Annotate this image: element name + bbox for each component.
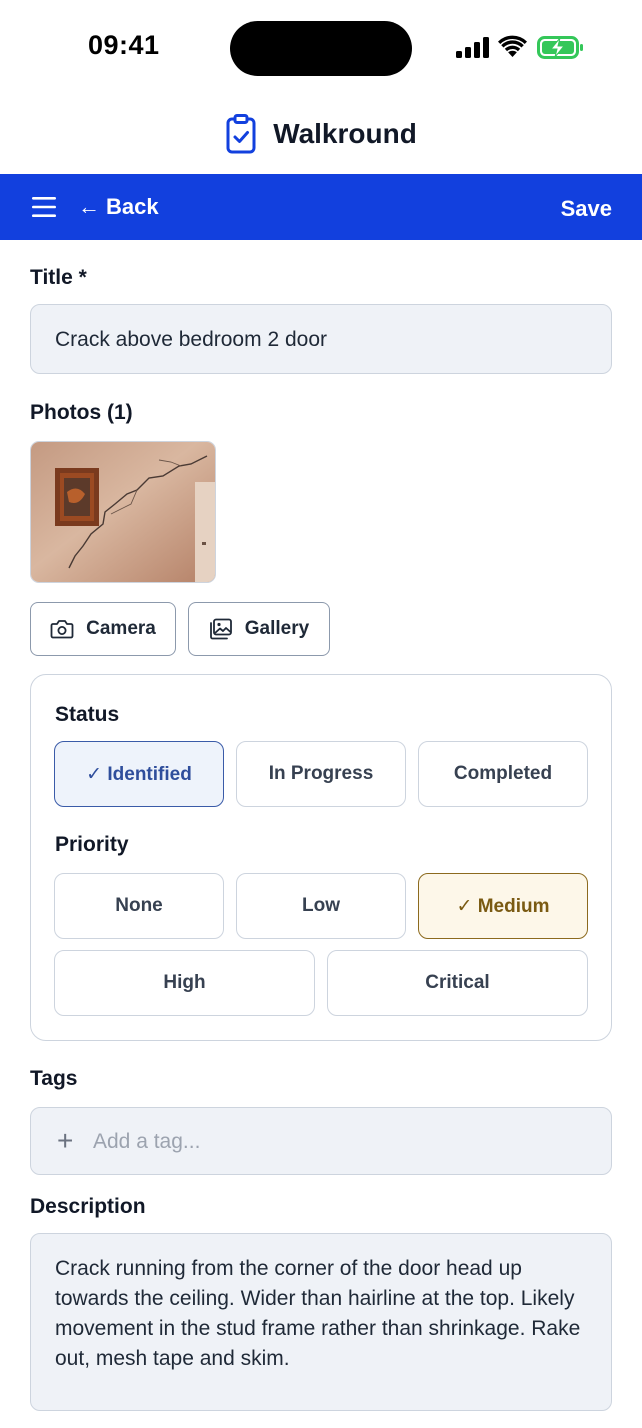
gallery-label: Gallery <box>244 618 310 639</box>
wifi-icon <box>498 35 527 57</box>
priority-option-high[interactable]: High <box>54 950 315 1016</box>
save-label: Save <box>560 196 612 221</box>
gallery-icon <box>209 618 232 640</box>
camera-label: Camera <box>86 618 156 639</box>
status-priority-panel: Status ✓ Identified In Progress Complete… <box>30 674 612 1041</box>
priority-label: Priority <box>55 833 129 856</box>
status-option-in-progress[interactable]: In Progress <box>236 741 406 807</box>
camera-button[interactable]: Camera <box>30 602 176 656</box>
priority-option-critical[interactable]: Critical <box>327 950 588 1016</box>
wall-crack-photo <box>31 442 215 582</box>
priority-option-none[interactable]: None <box>54 873 224 939</box>
priority-option-low[interactable]: Low <box>236 873 406 939</box>
save-overlay-shape <box>516 174 616 198</box>
description-label: Description <box>30 1195 146 1218</box>
priority-option-medium[interactable]: ✓ Medium <box>418 873 588 939</box>
app-header: Walkround <box>0 108 642 160</box>
status-time: 09:41 <box>88 30 160 60</box>
status-label: Status <box>55 703 120 726</box>
title-label: Title * <box>30 266 87 289</box>
title-input-value: Crack above bedroom 2 door <box>55 328 327 351</box>
back-label: Back <box>106 194 159 219</box>
status-option-completed[interactable]: Completed <box>418 741 588 807</box>
tags-input[interactable]: + Add a tag... <box>30 1107 612 1175</box>
tags-label: Tags <box>30 1067 78 1090</box>
status-bar: 09:41 <box>0 0 642 96</box>
battery-charging-icon <box>537 36 583 59</box>
gallery-button[interactable]: Gallery <box>188 602 330 656</box>
plus-icon: + <box>57 1125 74 1156</box>
app-title: Walkround <box>273 118 417 149</box>
back-button[interactable]: ← Back <box>78 188 159 226</box>
hamburger-menu-icon[interactable] <box>30 194 58 220</box>
tags-placeholder: Add a tag... <box>93 1130 201 1153</box>
navigation-bar: ← Back Save <box>0 174 642 240</box>
photo-thumbnail[interactable] <box>30 441 216 583</box>
description-textarea[interactable]: Crack running from the corner of the doo… <box>30 1233 612 1411</box>
back-arrow-icon: ← <box>78 194 100 219</box>
photos-label: Photos (1) <box>30 401 133 424</box>
clipboard-check-icon <box>226 114 256 154</box>
title-input[interactable]: Crack above bedroom 2 door <box>30 304 612 374</box>
status-option-identified[interactable]: ✓ Identified <box>54 741 224 807</box>
dynamic-island <box>230 21 412 76</box>
camera-icon <box>50 620 74 639</box>
save-button[interactable]: Save <box>516 174 616 240</box>
description-value: Crack running from the corner of the doo… <box>55 1257 581 1370</box>
cellular-signal-icon <box>456 37 489 58</box>
